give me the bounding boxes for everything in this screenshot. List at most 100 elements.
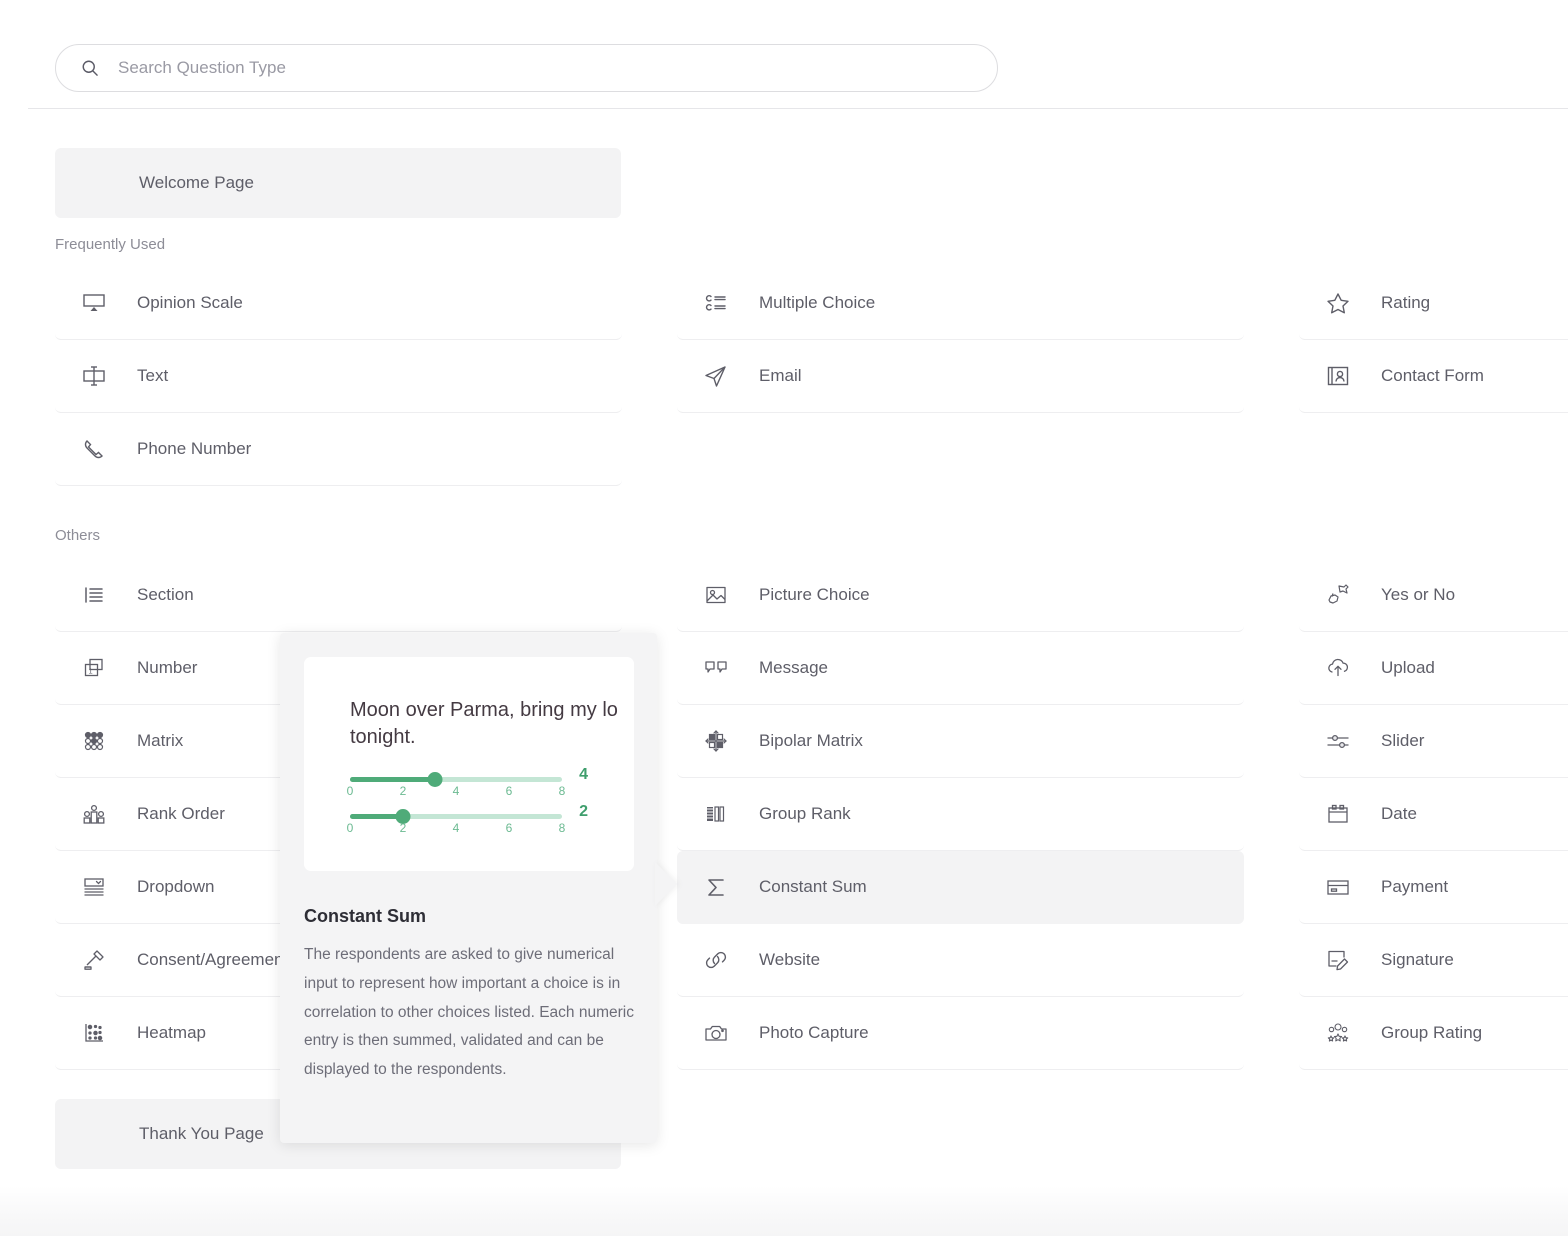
camera-icon (699, 1016, 733, 1050)
question-type-group-rating[interactable]: Group Rating (1299, 997, 1568, 1070)
frequently-used-column-2: Multiple Choice Email (677, 267, 1244, 413)
question-type-phone-number[interactable]: Phone Number (55, 413, 622, 486)
question-type-section[interactable]: Section (55, 559, 622, 632)
slider-fill (350, 777, 435, 782)
question-type-message[interactable]: Message (677, 632, 1244, 705)
question-type-photo-capture[interactable]: Photo Capture (677, 997, 1244, 1070)
question-type-label: Website (759, 950, 820, 970)
slider-ticks: 0 2 4 6 8 (350, 784, 562, 800)
slider-tick: 0 (347, 784, 354, 798)
slider-icon (1321, 724, 1355, 758)
question-type-opinion-scale[interactable]: Opinion Scale (55, 267, 622, 340)
question-type-slider[interactable]: Slider (1299, 705, 1568, 778)
question-type-website[interactable]: Website (677, 924, 1244, 997)
question-type-picker: Welcome Page Frequently Used Opinion Sca… (0, 0, 1568, 1236)
preview-question-text: Moon over Parma, bring my lo tonight. (350, 697, 634, 751)
number-icon: 1 (77, 651, 111, 685)
question-type-payment[interactable]: Payment (1299, 851, 1568, 924)
svg-text:1: 1 (89, 667, 93, 676)
matrix-icon (77, 724, 111, 758)
group-rank-icon (699, 797, 733, 831)
rank-order-icon (77, 797, 111, 831)
welcome-page-item[interactable]: Welcome Page (55, 148, 621, 218)
question-type-label: Yes or No (1381, 585, 1455, 605)
slider-tick: 4 (453, 784, 460, 798)
question-type-label: Rank Order (137, 804, 225, 824)
question-type-label: Opinion Scale (137, 293, 243, 313)
credit-card-icon (1321, 870, 1355, 904)
question-type-rating[interactable]: Rating (1299, 267, 1568, 340)
question-type-label: Rating (1381, 293, 1430, 313)
tooltip-title: Constant Sum (304, 906, 633, 927)
section-label-others: Others (55, 527, 100, 544)
slider-value: 2 (579, 803, 588, 821)
question-type-bipolar-matrix[interactable]: Bipolar Matrix (677, 705, 1244, 778)
question-type-label: Multiple Choice (759, 293, 875, 313)
slider-ticks: 0 2 4 6 8 (350, 821, 562, 837)
question-type-contact-form[interactable]: Contact Form (1299, 340, 1568, 413)
link-icon (699, 943, 733, 977)
multiple-choice-icon (699, 286, 733, 320)
bottom-fade-bar (0, 1186, 1568, 1236)
tooltip-arrow (655, 862, 677, 906)
dropdown-icon (77, 870, 111, 904)
thank-you-page-label: Thank You Page (139, 1124, 264, 1144)
question-type-label: Constant Sum (759, 877, 867, 897)
search-bar-region (0, 0, 1568, 108)
section-label-frequently-used: Frequently Used (55, 236, 165, 253)
slider-tick: 4 (453, 821, 460, 835)
question-type-constant-sum[interactable]: Constant Sum (677, 851, 1244, 924)
question-type-email[interactable]: Email (677, 340, 1244, 413)
question-type-label: Date (1381, 804, 1417, 824)
slider-tick: 0 (347, 821, 354, 835)
question-type-label: Group Rank (759, 804, 851, 824)
question-type-label: Email (759, 366, 802, 386)
question-type-label: Group Rating (1381, 1023, 1482, 1043)
slider-tick: 6 (506, 784, 513, 798)
question-type-yes-or-no[interactable]: Yes or No (1299, 559, 1568, 632)
question-type-label: Dropdown (137, 877, 215, 897)
question-type-label: Picture Choice (759, 585, 870, 605)
question-type-label: Photo Capture (759, 1023, 869, 1043)
slider-track: 2 (350, 814, 562, 819)
question-type-upload[interactable]: Upload (1299, 632, 1568, 705)
question-type-date[interactable]: Date (1299, 778, 1568, 851)
others-column-2: Picture Choice Message (677, 559, 1244, 1070)
slider-track: 4 (350, 777, 562, 782)
preview-sliders: 4 0 2 4 6 8 2 (350, 777, 634, 837)
slider-tick: 2 (400, 784, 407, 798)
question-type-label: Slider (1381, 731, 1424, 751)
welcome-page-label: Welcome Page (139, 173, 254, 193)
tooltip-description: The respondents are asked to give numeri… (304, 941, 634, 1085)
email-icon (699, 359, 733, 393)
question-type-label: Number (137, 658, 197, 678)
slider-tick: 6 (506, 821, 513, 835)
frequently-used-column-3: Rating Contact Form (1299, 267, 1568, 413)
question-type-label: Consent/Agreement (137, 950, 288, 970)
slider-tick: 8 (559, 821, 566, 835)
question-type-label: Payment (1381, 877, 1448, 897)
question-type-text[interactable]: Text (55, 340, 622, 413)
question-type-label: Bipolar Matrix (759, 731, 863, 751)
contact-form-icon (1321, 359, 1355, 393)
slider-value: 4 (579, 766, 588, 784)
sigma-icon (699, 870, 733, 904)
others-column-3: Yes or No Upload (1299, 559, 1568, 1070)
preview-slider-1: 4 0 2 4 6 8 (350, 777, 588, 800)
upload-cloud-icon (1321, 651, 1355, 685)
question-type-label: Text (137, 366, 168, 386)
preview-slider-2: 2 0 2 4 6 8 (350, 814, 588, 837)
search-box[interactable] (55, 44, 998, 92)
bipolar-matrix-icon (699, 724, 733, 758)
search-icon (80, 58, 100, 78)
question-type-group-rank[interactable]: Group Rank (677, 778, 1244, 851)
question-type-signature[interactable]: Signature (1299, 924, 1568, 997)
star-icon (1321, 286, 1355, 320)
calendar-icon (1321, 797, 1355, 831)
search-input[interactable] (116, 57, 979, 79)
question-type-label: Contact Form (1381, 366, 1484, 386)
group-rating-icon (1321, 1016, 1355, 1050)
question-type-picture-choice[interactable]: Picture Choice (677, 559, 1244, 632)
question-type-multiple-choice[interactable]: Multiple Choice (677, 267, 1244, 340)
gavel-icon (77, 943, 111, 977)
